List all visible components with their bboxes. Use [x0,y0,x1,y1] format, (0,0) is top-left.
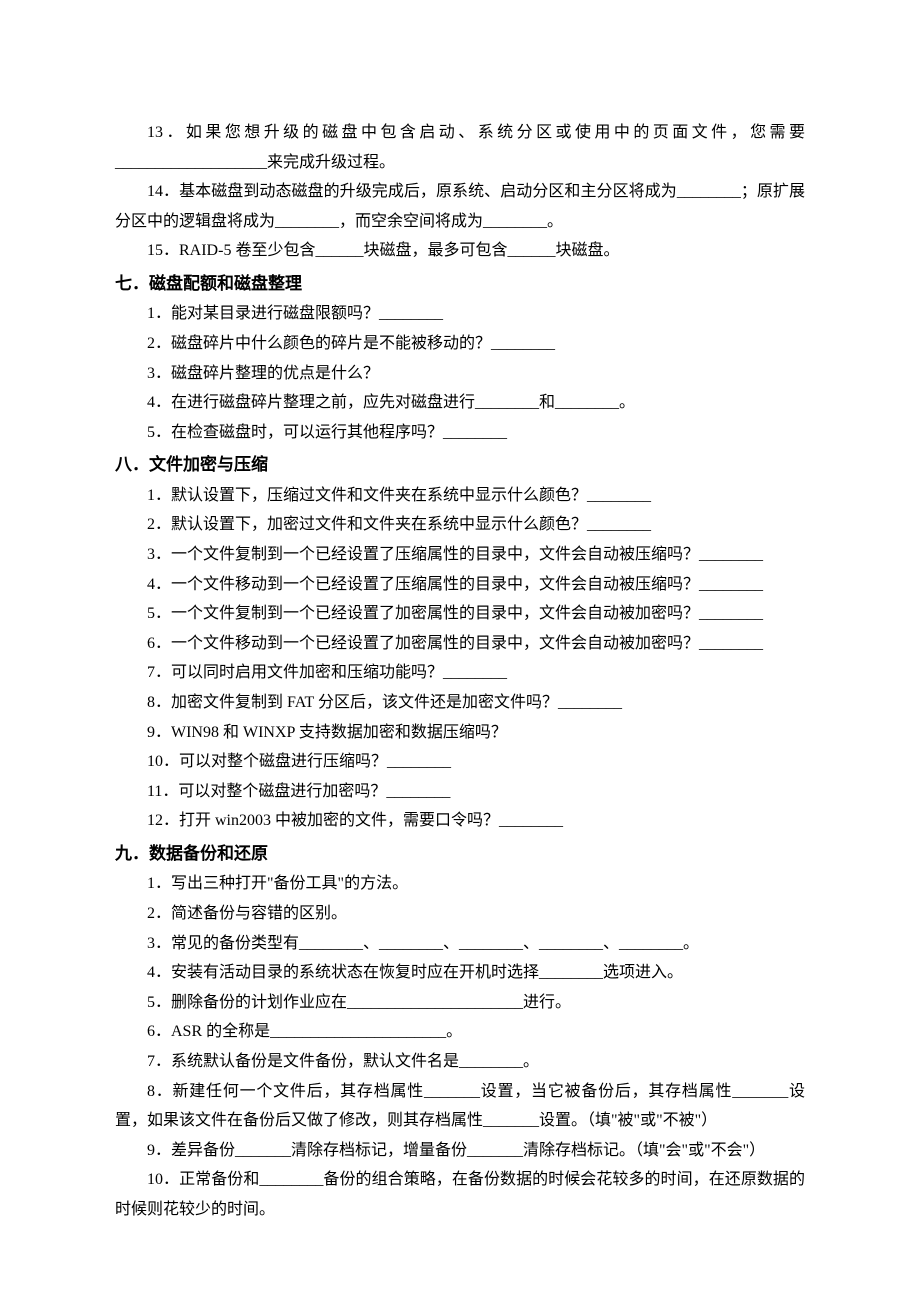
q-7-1: 1．能对某目录进行磁盘限额吗？________ [115,299,805,329]
q-9-9: 9．差异备份_______清除存档标记，增量备份_______清除存档标记。（填… [115,1136,805,1166]
section-7-heading: 七．磁盘配额和磁盘整理 [115,268,805,299]
q-9-1: 1．写出三种打开"备份工具"的方法。 [115,869,805,899]
q-8-11: 11．可以对整个磁盘进行加密吗？________ [115,777,805,807]
q-8-3: 3．一个文件复制到一个已经设置了压缩属性的目录中，文件会自动被压缩吗？_____… [115,540,805,570]
q-8-7: 7．可以同时启用文件加密和压缩功能吗？________ [115,658,805,688]
section-8-heading: 八．文件加密与压缩 [115,449,805,480]
q-8-6: 6．一个文件移动到一个已经设置了加密属性的目录中，文件会自动被加密吗？_____… [115,629,805,659]
q-7-3: 3．磁盘碎片整理的优点是什么？ [115,359,805,389]
q-7-2: 2．磁盘碎片中什么颜色的碎片是不能被移动的？________ [115,329,805,359]
section-9-heading: 九．数据备份和还原 [115,838,805,869]
q-7-5: 5．在检查磁盘时，可以运行其他程序吗？________ [115,418,805,448]
q-6-15: 15．RAID-5 卷至少包含______块磁盘，最多可包含______块磁盘。 [115,236,805,266]
q-9-4: 4．安装有活动目录的系统状态在恢复时应在开机时选择________选项进入。 [115,958,805,988]
q-8-4: 4．一个文件移动到一个已经设置了压缩属性的目录中，文件会自动被压缩吗？_____… [115,570,805,600]
q-9-6: 6．ASR 的全称是______________________。 [115,1017,805,1047]
q-6-14: 14．基本磁盘到动态磁盘的升级完成后，原系统、启动分区和主分区将成为______… [115,177,805,236]
q-9-2: 2．简述备份与容错的区别。 [115,899,805,929]
q-7-4: 4．在进行磁盘碎片整理之前，应先对磁盘进行________和________。 [115,388,805,418]
q-6-13: 13．如果您想升级的磁盘中包含启动、系统分区或使用中的页面文件，您需要_____… [115,118,805,177]
q-9-10: 10．正常备份和________备份的组合策略，在备份数据的时候会花较多的时间，… [115,1165,805,1224]
q-8-5: 5．一个文件复制到一个已经设置了加密属性的目录中，文件会自动被加密吗？_____… [115,599,805,629]
document-page: 13．如果您想升级的磁盘中包含启动、系统分区或使用中的页面文件，您需要_____… [0,0,920,1305]
q-9-7: 7．系统默认备份是文件备份，默认文件名是________。 [115,1047,805,1077]
q-8-1: 1．默认设置下，压缩过文件和文件夹在系统中显示什么颜色？________ [115,481,805,511]
q-9-3: 3．常见的备份类型有________、________、________、___… [115,929,805,959]
q-8-8: 8．加密文件复制到 FAT 分区后，该文件还是加密文件吗？________ [115,688,805,718]
q-8-2: 2．默认设置下，加密过文件和文件夹在系统中显示什么颜色？________ [115,510,805,540]
q-9-8: 8．新建任何一个文件后，其存档属性_______设置，当它被备份后，其存档属性_… [115,1077,805,1136]
q-8-12: 12．打开 win2003 中被加密的文件，需要口令吗？________ [115,806,805,836]
q-8-9: 9．WIN98 和 WINXP 支持数据加密和数据压缩吗？ [115,718,805,748]
q-9-5: 5．删除备份的计划作业应在______________________进行。 [115,988,805,1018]
q-8-10: 10．可以对整个磁盘进行压缩吗？________ [115,747,805,777]
